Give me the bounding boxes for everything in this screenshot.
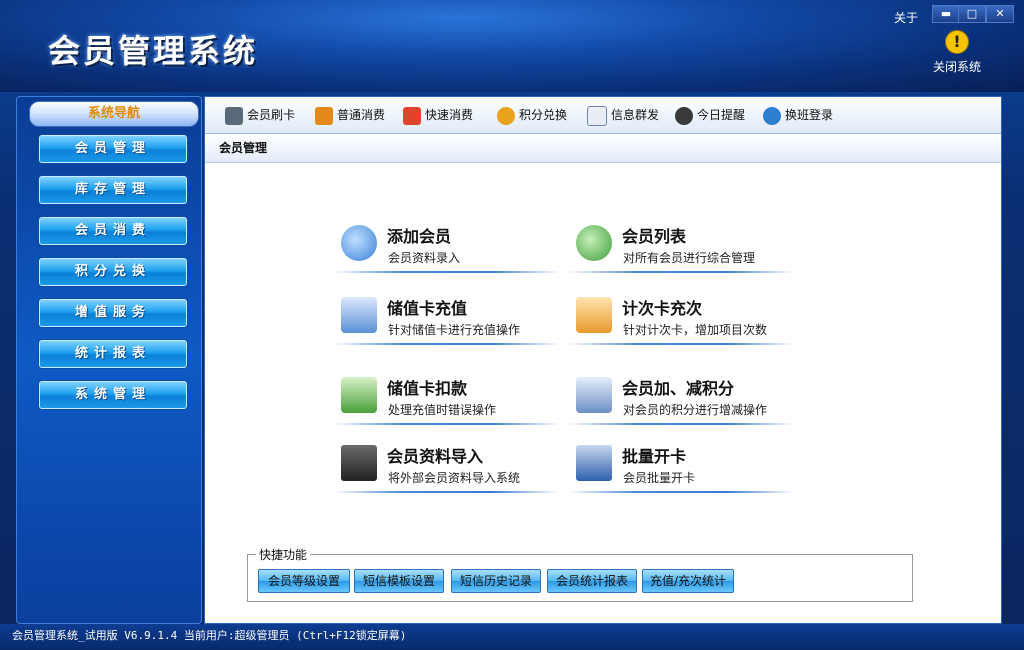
close-system-button[interactable]: ! 关闭系统 xyxy=(928,30,986,75)
nav-item-value-added-service[interactable]: 增值服务 xyxy=(39,299,187,327)
quick-member-report-button[interactable]: 会员统计报表 xyxy=(547,569,637,593)
toolbar-shift-login[interactable]: 换班登录 xyxy=(763,97,833,133)
function-points-adjust[interactable]: 会员加、减积分 对会员的积分进行增减操作 xyxy=(568,371,794,429)
shift-login-icon xyxy=(763,106,781,125)
clock-icon xyxy=(675,106,693,125)
quick-functions-legend: 快捷功能 xyxy=(256,546,311,563)
header-banner: 会员管理系统 会员管理系统 关于 ▬ □ ✕ ! 关闭系统 xyxy=(0,0,1024,92)
nav-item-system-management[interactable]: 系统管理 xyxy=(39,381,187,409)
money-bag-icon xyxy=(315,106,333,125)
batch-card-icon xyxy=(576,445,612,481)
function-member-import[interactable]: 会员资料导入 将外部会员资料导入系统 xyxy=(333,439,559,497)
toolbar-card-swipe[interactable]: 会员刷卡 xyxy=(225,97,295,133)
add-member-icon xyxy=(341,225,377,261)
minimize-button[interactable]: ▬ xyxy=(932,5,960,23)
toolbar-points-exchange[interactable]: 积分兑换 xyxy=(497,97,567,133)
app-title-reflection: 会员管理系统 xyxy=(48,40,259,59)
import-laptop-icon xyxy=(341,445,377,481)
close-button[interactable]: ✕ xyxy=(986,5,1014,23)
toolbar-today-reminder[interactable]: 今日提醒 xyxy=(675,97,745,133)
warning-icon: ! xyxy=(945,30,969,54)
close-system-label: 关闭系统 xyxy=(932,60,981,74)
toolbar: 会员刷卡 普通消费 快速消费 积分兑换 信息群发 今日提醒 换班登录 xyxy=(205,97,1001,134)
maximize-button[interactable]: □ xyxy=(958,5,986,23)
toolbar-normal-consume[interactable]: 普通消费 xyxy=(315,97,385,133)
nav-item-statistics-report[interactable]: 统计报表 xyxy=(39,340,187,368)
exchange-icon xyxy=(497,106,515,125)
main-panel: 会员刷卡 普通消费 快速消费 积分兑换 信息群发 今日提醒 换班登录 会员管理 xyxy=(204,96,1002,624)
app-window: 会员管理系统 会员管理系统 关于 ▬ □ ✕ ! 关闭系统 系统导航 会员管理 … xyxy=(0,0,1024,650)
breadcrumb-bar: 会员管理 xyxy=(205,134,1001,163)
deduct-card-icon xyxy=(341,377,377,413)
mail-icon xyxy=(587,105,607,126)
about-link[interactable]: 关于 xyxy=(894,9,918,26)
function-content: 添加会员 会员资料录入 会员列表 对所有会员进行综合管理 储值卡充值 针对储值卡… xyxy=(205,163,1001,623)
function-stored-card-deduct[interactable]: 储值卡扣款 处理充值时错误操作 xyxy=(333,371,559,429)
toolbar-mass-message[interactable]: 信息群发 xyxy=(587,97,659,133)
status-text: 会员管理系统_试用版 V6.9.1.4 当前用户:超级管理员 (Ctrl+F12… xyxy=(12,629,407,642)
member-list-icon xyxy=(576,225,612,261)
quick-sms-history-button[interactable]: 短信历史记录 xyxy=(451,569,541,593)
quick-sms-template-button[interactable]: 短信模板设置 xyxy=(354,569,444,593)
function-member-list[interactable]: 会员列表 对所有会员进行综合管理 xyxy=(568,219,794,277)
count-card-icon xyxy=(576,297,612,333)
nav-item-inventory-management[interactable]: 库存管理 xyxy=(39,176,187,204)
function-count-card-recharge[interactable]: 计次卡充次 针对计次卡，增加项目次数 xyxy=(568,291,794,349)
quick-member-level-button[interactable]: 会员等级设置 xyxy=(258,569,350,593)
breadcrumb: 会员管理 xyxy=(219,141,268,155)
recharge-card-icon xyxy=(341,297,377,333)
toolbar-fast-consume[interactable]: 快速消费 xyxy=(403,97,473,133)
function-batch-open-card[interactable]: 批量开卡 会员批量开卡 xyxy=(568,439,794,497)
nav-item-member-management[interactable]: 会员管理 xyxy=(39,135,187,163)
nav-item-points-exchange[interactable]: 积分兑换 xyxy=(39,258,187,286)
function-add-member[interactable]: 添加会员 会员资料录入 xyxy=(333,219,559,277)
quick-functions-group: 快捷功能 会员等级设置 短信模板设置 短信历史记录 会员统计报表 充值/充次统计 xyxy=(247,546,913,602)
nav-header: 系统导航 xyxy=(29,101,199,127)
nav-item-member-consumption[interactable]: 会员消费 xyxy=(39,217,187,245)
quick-recharge-stats-button[interactable]: 充值/充次统计 xyxy=(642,569,734,593)
card-reader-icon xyxy=(225,106,243,125)
function-stored-card-recharge[interactable]: 储值卡充值 针对储值卡进行充值操作 xyxy=(333,291,559,349)
points-adjust-icon xyxy=(576,377,612,413)
fast-pay-icon xyxy=(403,106,421,125)
left-nav: 系统导航 会员管理 库存管理 会员消费 积分兑换 增值服务 统计报表 系统管理 xyxy=(16,96,202,624)
status-bar: 会员管理系统_试用版 V6.9.1.4 当前用户:超级管理员 (Ctrl+F12… xyxy=(0,624,1024,650)
